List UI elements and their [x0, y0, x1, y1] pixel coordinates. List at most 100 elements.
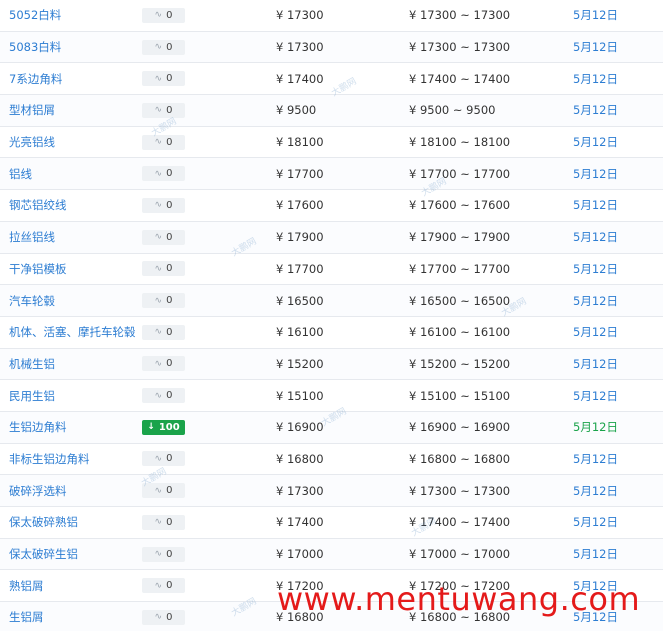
- material-name-link[interactable]: 干净铝模板: [9, 254, 67, 285]
- material-name-link[interactable]: 生铝屑: [9, 602, 44, 631]
- change-value: 0: [166, 358, 173, 370]
- price-range: ¥ 17300 ~ 17300: [409, 40, 511, 55]
- price-range: ¥ 15100 ~ 15100: [409, 388, 511, 403]
- price-cell: ¥ 16100: [276, 317, 324, 348]
- material-name: 干净铝模板: [9, 261, 67, 276]
- date-cell: 5月12日: [573, 570, 618, 601]
- change-value: 0: [166, 611, 173, 623]
- material-name-link[interactable]: 型材铝屑: [9, 95, 55, 126]
- change-value: 0: [166, 136, 173, 148]
- flat-change-icon: ∿: [154, 42, 163, 53]
- price-range: ¥ 17700 ~ 17700: [409, 166, 511, 181]
- date-value: 5月12日: [573, 293, 618, 308]
- material-name-link[interactable]: 铝线: [9, 158, 32, 189]
- range-cell: ¥ 9500 ~ 9500: [409, 95, 495, 126]
- price-range: ¥ 17700 ~ 17700: [409, 261, 511, 276]
- date-value: 5月12日: [573, 483, 618, 498]
- material-name-link[interactable]: 拉丝铝线: [9, 222, 55, 253]
- date-cell: 5月12日: [573, 475, 618, 506]
- range-cell: ¥ 18100 ~ 18100: [409, 127, 510, 158]
- price-value: ¥ 17600: [276, 198, 324, 213]
- change-value: 0: [166, 485, 173, 497]
- flat-change-icon: ∿: [154, 390, 163, 401]
- table-row: 生铝边角料 ↓ 100 ¥ 16900 ¥ 16900 ~ 16900 5月12日: [0, 411, 663, 444]
- range-cell: ¥ 17300 ~ 17300: [409, 475, 510, 506]
- price-value: ¥ 17400: [276, 71, 324, 86]
- material-name-link[interactable]: 保太破碎熟铝: [9, 507, 78, 538]
- date-value: 5月12日: [573, 356, 618, 371]
- price-cell: ¥ 15200: [276, 349, 324, 380]
- flat-change-icon: ∿: [154, 612, 163, 623]
- flat-change-icon: ∿: [154, 580, 163, 591]
- range-cell: ¥ 16900 ~ 16900: [409, 412, 510, 443]
- material-name-link[interactable]: 破碎浮选料: [9, 475, 67, 506]
- price-cell: ¥ 17200: [276, 570, 324, 601]
- change-badge: ∿ 0: [142, 578, 185, 594]
- flat-change-icon: ∿: [154, 327, 163, 338]
- change-cell: ∿ 0: [142, 190, 185, 221]
- date-cell: 5月12日: [573, 127, 618, 158]
- change-badge: ∿ 0: [142, 102, 185, 118]
- change-value: 0: [166, 168, 173, 180]
- date-value: 5月12日: [573, 325, 618, 340]
- material-name-link[interactable]: 机械生铝: [9, 349, 55, 380]
- change-badge: ∿ 0: [142, 71, 185, 87]
- price-cell: ¥ 17300: [276, 32, 324, 63]
- change-cell: ∿ 0: [142, 32, 185, 63]
- price-range: ¥ 17600 ~ 17600: [409, 198, 511, 213]
- range-cell: ¥ 17900 ~ 17900: [409, 222, 510, 253]
- date-value: 5月12日: [573, 135, 618, 150]
- price-value: ¥ 15100: [276, 388, 324, 403]
- price-cell: ¥ 16900: [276, 412, 324, 443]
- change-cell: ∿ 0: [142, 127, 185, 158]
- flat-change-icon: ∿: [154, 549, 163, 560]
- table-row: 保太破碎生铝 ∿ 0 ¥ 17000 ¥ 17000 ~ 17000 5月12日: [0, 538, 663, 571]
- price-value: ¥ 17300: [276, 483, 324, 498]
- date-cell: 5月12日: [573, 507, 618, 538]
- date-value: 5月12日: [573, 103, 618, 118]
- price-value: ¥ 17000: [276, 547, 324, 562]
- material-name: 生铝屑: [9, 610, 44, 625]
- price-range: ¥ 16800 ~ 16800: [409, 610, 511, 625]
- material-name-link[interactable]: 保太破碎生铝: [9, 539, 78, 570]
- range-cell: ¥ 17000 ~ 17000: [409, 539, 510, 570]
- price-value: ¥ 17300: [276, 40, 324, 55]
- range-cell: ¥ 17400 ~ 17400: [409, 63, 510, 94]
- material-name-link[interactable]: 生铝边角料: [9, 412, 67, 443]
- date-value: 5月12日: [573, 166, 618, 181]
- flat-change-icon: ∿: [154, 73, 163, 84]
- material-name: 生铝边角料: [9, 420, 67, 435]
- material-name-link[interactable]: 民用生铝: [9, 380, 55, 411]
- change-badge: ∿ 0: [142, 166, 185, 182]
- range-cell: ¥ 16500 ~ 16500: [409, 285, 510, 316]
- flat-change-icon: ∿: [154, 105, 163, 116]
- down-arrow-icon: ↓: [147, 422, 155, 433]
- material-name-link[interactable]: 光亮铝线: [9, 127, 55, 158]
- material-name-link[interactable]: 汽车轮毂: [9, 285, 55, 316]
- price-cell: ¥ 15100: [276, 380, 324, 411]
- price-cell: ¥ 17900: [276, 222, 324, 253]
- material-name: 型材铝屑: [9, 103, 55, 118]
- range-cell: ¥ 17300 ~ 17300: [409, 0, 510, 31]
- material-name-link[interactable]: 钢芯铝绞线: [9, 190, 67, 221]
- price-value: ¥ 16500: [276, 293, 324, 308]
- change-badge: ∿ 0: [142, 229, 185, 245]
- material-name-link[interactable]: 机体、活塞、摩托车轮毂: [9, 317, 136, 348]
- change-badge: ∿ 0: [142, 546, 185, 562]
- price-range: ¥ 16800 ~ 16800: [409, 451, 511, 466]
- flat-change-icon: ∿: [154, 232, 163, 243]
- material-name-link[interactable]: 5083白料: [9, 32, 61, 63]
- date-cell: 5月12日: [573, 95, 618, 126]
- material-name-link[interactable]: 5052白料: [9, 0, 61, 31]
- table-row: 民用生铝 ∿ 0 ¥ 15100 ¥ 15100 ~ 15100 5月12日: [0, 380, 663, 412]
- material-name-link[interactable]: 7系边角料: [9, 63, 62, 94]
- range-cell: ¥ 17700 ~ 17700: [409, 158, 510, 189]
- change-badge: ∿ 0: [142, 483, 185, 499]
- range-cell: ¥ 16800 ~ 16800: [409, 602, 510, 631]
- table-row: 生铝屑 ∿ 0 ¥ 16800 ¥ 16800 ~ 16800 5月12日: [0, 602, 663, 631]
- date-value: 5月12日: [573, 8, 618, 23]
- material-name-link[interactable]: 熟铝屑: [9, 570, 44, 601]
- material-name: 5052白料: [9, 8, 62, 23]
- price-table: 5052白料 ∿ 0 ¥ 17300 ¥ 17300 ~ 17300 5月12日 5083白…: [0, 0, 663, 631]
- material-name-link[interactable]: 非标生铝边角料: [9, 444, 90, 475]
